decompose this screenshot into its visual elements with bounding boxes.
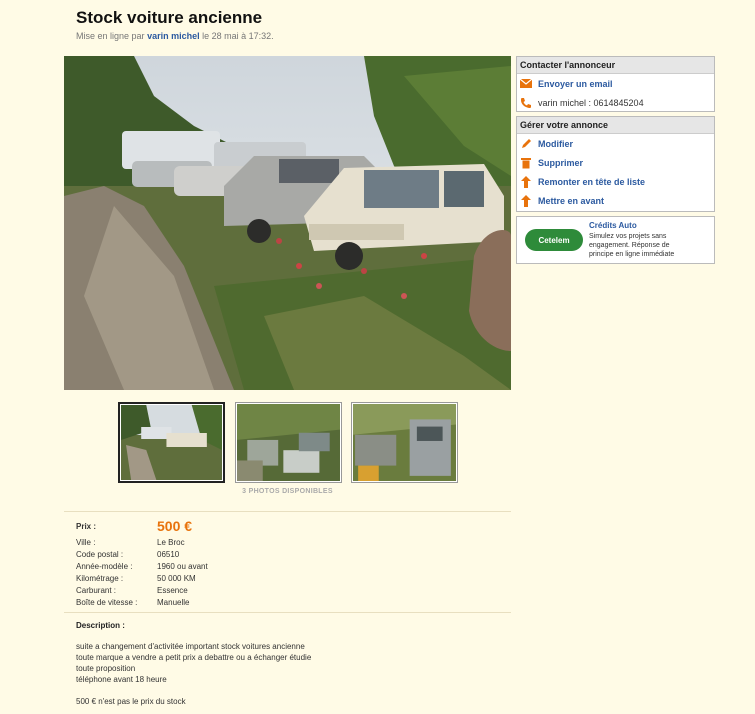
detail-key: Carburant : xyxy=(76,585,117,595)
detail-key: Code postal : xyxy=(76,549,124,559)
ad-title: Stock voiture ancienne xyxy=(76,8,263,27)
promo-line: engagement. Réponse de xyxy=(589,242,670,249)
send-email-link[interactable]: Envoyer un email xyxy=(538,79,613,89)
price-row: Prix : 500 € xyxy=(76,516,208,536)
author-link[interactable]: varin michel xyxy=(147,31,200,41)
main-photo[interactable] xyxy=(64,56,511,390)
phone-icon xyxy=(520,97,532,109)
promo-title[interactable]: Crédits Auto xyxy=(589,221,674,230)
photo-thumbnail-3[interactable] xyxy=(351,402,458,483)
contact-box: Contacter l'annonceur Envoyer un email v… xyxy=(516,56,715,112)
detail-value: Essence xyxy=(157,585,188,595)
detail-key: Kilométrage : xyxy=(76,573,124,583)
arrow-up-icon xyxy=(520,175,532,188)
arrow-up-icon xyxy=(520,194,532,207)
divider xyxy=(64,612,511,613)
ad-details: Prix : 500 € Ville : Le Broc Code postal… xyxy=(76,516,208,608)
detail-value: 06510 xyxy=(157,549,180,559)
detail-value: 1960 ou avant xyxy=(157,561,208,571)
price-value: 500 € xyxy=(157,518,193,534)
promo-line: principe en ligne immédiate xyxy=(589,251,675,258)
pencil-icon xyxy=(520,138,532,150)
detail-key: Ville : xyxy=(76,537,96,547)
detail-row: Kilométrage : 50 000 KM xyxy=(76,572,208,584)
description-line: 500 € n'est pas le prix du stock xyxy=(76,697,186,706)
modify-link[interactable]: Modifier xyxy=(538,139,573,149)
meta-suffix: le 28 mai à 17:32. xyxy=(202,31,274,41)
bump-link[interactable]: Remonter en tête de liste xyxy=(538,177,645,187)
delete-link[interactable]: Supprimer xyxy=(538,158,583,168)
bump-row[interactable]: Remonter en tête de liste xyxy=(517,172,714,191)
description-title: Description : xyxy=(76,621,125,630)
phone-text: varin michel : 0614845204 xyxy=(538,97,644,108)
photo-thumbnail-2[interactable] xyxy=(235,402,342,483)
description-line: suite a changement d'activitée important… xyxy=(76,642,305,651)
detail-row: Boîte de vitesse : Manuelle xyxy=(76,596,208,608)
detail-row: Code postal : 06510 xyxy=(76,548,208,560)
detail-row: Ville : Le Broc xyxy=(76,536,208,548)
divider xyxy=(64,511,511,512)
envelope-icon xyxy=(520,78,532,90)
delete-row[interactable]: Supprimer xyxy=(517,153,714,172)
ad-meta: Mise en ligne par varin michel le 28 mai… xyxy=(76,31,274,41)
manage-header: Gérer votre annonce xyxy=(517,117,714,134)
detail-row: Carburant : Essence xyxy=(76,584,208,596)
phone-row: varin michel : 0614845204 xyxy=(517,93,714,112)
modify-row[interactable]: Modifier xyxy=(517,134,714,153)
contact-header: Contacter l'annonceur xyxy=(517,57,714,74)
send-email-row[interactable]: Envoyer un email xyxy=(517,74,714,93)
feature-link[interactable]: Mettre en avant xyxy=(538,196,604,206)
cetelem-logo: Cetelem xyxy=(525,229,583,251)
promo-text: Crédits Auto Simulez vos projets sans en… xyxy=(589,217,674,263)
detail-value: Manuelle xyxy=(157,597,190,607)
feature-row[interactable]: Mettre en avant xyxy=(517,191,714,210)
meta-prefix: Mise en ligne par xyxy=(76,31,145,41)
trash-icon xyxy=(520,157,532,169)
detail-value: Le Broc xyxy=(157,537,185,547)
photos-count: 3 PHOTOS DISPONIBLES xyxy=(242,488,333,495)
cetelem-logo-text: Cetelem xyxy=(538,235,570,245)
manage-box: Gérer votre annonce Modifier Supprimer R… xyxy=(516,116,715,212)
detail-key: Année-modèle : xyxy=(76,561,133,571)
detail-row: Année-modèle : 1960 ou avant xyxy=(76,560,208,572)
promo-line: Simulez vos projets sans xyxy=(589,233,667,240)
description-line: téléphone avant 18 heure xyxy=(76,675,167,684)
credit-promo[interactable]: Cetelem Crédits Auto Simulez vos projets… xyxy=(516,216,715,264)
detail-key: Boîte de vitesse : xyxy=(76,597,138,607)
description-line: toute proposition xyxy=(76,664,136,673)
description-body: suite a changement d'activitée important… xyxy=(76,641,311,707)
description-line: toute marque a vendre a petit prix a deb… xyxy=(76,653,312,662)
detail-value: 50 000 KM xyxy=(157,573,196,583)
photo-thumbnail-1[interactable] xyxy=(118,402,225,483)
price-label: Prix : xyxy=(76,521,97,531)
